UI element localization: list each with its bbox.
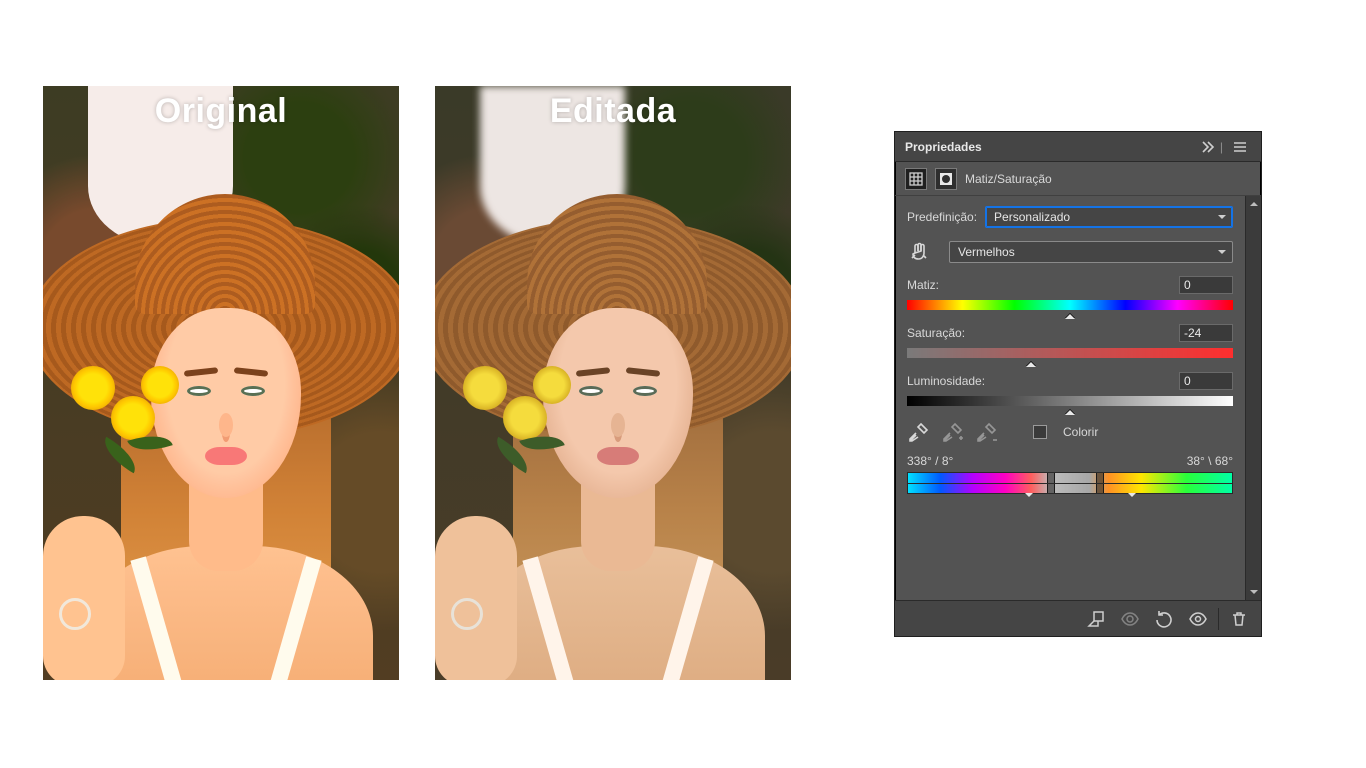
scroll-down-icon[interactable]: [1246, 584, 1262, 600]
scroll-up-icon[interactable]: [1246, 196, 1262, 212]
scrubby-hand-icon[interactable]: [907, 240, 931, 264]
layer-mask-icon[interactable]: [935, 168, 957, 190]
hue-range-strip[interactable]: [907, 472, 1233, 494]
range-outer-left[interactable]: [1025, 473, 1033, 493]
chevron-down-icon: [1218, 215, 1226, 223]
channel-select[interactable]: Vermelhos: [949, 241, 1233, 263]
adjustment-row: Matiz/Saturação: [895, 162, 1261, 196]
panel-body: Predefinição: Personalizado Vermelhos: [895, 196, 1245, 600]
panel-header: Propriedades |: [895, 132, 1261, 162]
hue-slider[interactable]: [907, 300, 1233, 310]
lightness-thumb[interactable]: [1065, 405, 1075, 415]
range-outer-right[interactable]: [1128, 473, 1136, 493]
photo-comparison: Original Editada: [43, 86, 791, 680]
saturation-slider-block: Saturação:: [907, 324, 1233, 358]
saturation-input[interactable]: [1179, 324, 1233, 342]
range-left: 338° / 8°: [907, 454, 953, 468]
panel-title: Propriedades: [905, 140, 982, 154]
range-right: 38° \ 68°: [1187, 454, 1233, 468]
preset-select[interactable]: Personalizado: [985, 206, 1233, 228]
hue-thumb[interactable]: [1065, 309, 1075, 319]
hue-slider-block: Matiz:: [907, 276, 1233, 310]
eyedropper-row: Colorir: [907, 420, 1233, 444]
channel-value: Vermelhos: [958, 245, 1015, 259]
panel-footer: [895, 600, 1261, 636]
saturation-label: Saturação:: [907, 326, 965, 340]
menu-icon[interactable]: [1229, 136, 1251, 158]
hue-input[interactable]: [1179, 276, 1233, 294]
lightness-slider-block: Luminosidade:: [907, 372, 1233, 406]
eyedropper-plus-icon[interactable]: [941, 420, 965, 444]
lightness-label: Luminosidade:: [907, 374, 985, 388]
colorize-label: Colorir: [1063, 425, 1098, 439]
photo-original: Original: [43, 86, 399, 680]
lightness-input[interactable]: [1179, 372, 1233, 390]
range-inner-left[interactable]: [1047, 473, 1055, 493]
photo-edited: Editada: [435, 86, 791, 680]
reset-icon[interactable]: [1148, 606, 1180, 632]
preset-value: Personalizado: [994, 210, 1070, 224]
eyedropper-minus-icon[interactable]: [975, 420, 999, 444]
clip-to-layer-icon[interactable]: [1080, 606, 1112, 632]
lightness-slider[interactable]: [907, 396, 1233, 406]
colorize-checkbox[interactable]: [1033, 425, 1047, 439]
view-previous-icon[interactable]: [1114, 606, 1146, 632]
range-inner-right[interactable]: [1096, 473, 1104, 493]
saturation-slider[interactable]: [907, 348, 1233, 358]
panel-scrollbar[interactable]: [1245, 196, 1261, 600]
hue-label: Matiz:: [907, 278, 939, 292]
presets-icon[interactable]: [905, 168, 927, 190]
trash-icon[interactable]: [1223, 606, 1255, 632]
chevrons-right-icon[interactable]: [1196, 136, 1218, 158]
visibility-icon[interactable]: [1182, 606, 1214, 632]
hue-range-labels: 338° / 8° 38° \ 68°: [907, 454, 1233, 468]
preset-label: Predefinição:: [907, 210, 977, 224]
adjustment-name: Matiz/Saturação: [965, 172, 1052, 186]
photo-edited-label: Editada: [435, 94, 791, 128]
saturation-thumb[interactable]: [1026, 357, 1036, 367]
eyedropper-icon[interactable]: [907, 420, 931, 444]
properties-panel: Propriedades | Matiz/Saturação: [894, 131, 1262, 637]
photo-original-label: Original: [43, 94, 399, 128]
chevron-down-icon: [1218, 250, 1226, 258]
